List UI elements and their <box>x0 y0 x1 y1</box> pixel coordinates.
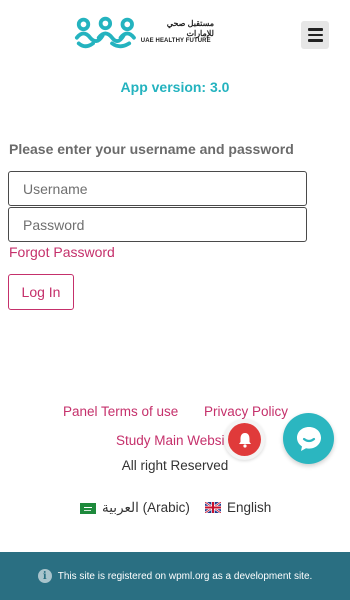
development-site-notice: i This site is registered on wpml.org as… <box>0 552 350 600</box>
hamburger-icon <box>307 39 323 42</box>
site-logo[interactable]: مستقبل صحي للإمارات UAE HEALTHY FUTURE <box>74 12 214 52</box>
hamburger-icon <box>307 33 323 37</box>
password-input[interactable] <box>8 207 307 242</box>
notification-bell-icon <box>228 423 261 456</box>
language-english-label: English <box>227 500 272 515</box>
chat-button[interactable] <box>283 413 334 464</box>
hamburger-icon <box>307 28 323 31</box>
forgot-password-link[interactable]: Forgot Password <box>9 244 115 260</box>
username-input[interactable] <box>8 171 307 206</box>
header: مستقبل صحي للإمارات UAE HEALTHY FUTURE <box>0 0 350 70</box>
uk-flag-icon <box>205 502 221 513</box>
login-button[interactable]: Log In <box>8 274 74 310</box>
terms-link[interactable]: Panel Terms of use <box>63 404 178 419</box>
language-arabic[interactable]: العربية (Arabic) <box>80 500 190 516</box>
info-icon: i <box>37 569 52 583</box>
login-prompt: Please enter your username and password <box>9 141 294 157</box>
menu-button[interactable] <box>301 21 329 49</box>
language-english[interactable]: English <box>205 500 271 515</box>
logo-arabic-text: مستقبل صحي للإمارات <box>166 19 214 38</box>
study-website-link[interactable]: Study Main Website <box>116 433 236 448</box>
development-notice-text: This site is registered on wpml.org as a… <box>57 570 313 582</box>
privacy-link[interactable]: Privacy Policy <box>204 404 288 419</box>
chat-bubble-icon <box>296 426 321 451</box>
language-arabic-label: العربية (Arabic) <box>102 500 190 515</box>
logo-mark-icon <box>74 16 136 49</box>
notification-bell-button[interactable] <box>224 419 265 460</box>
saudi-flag-icon <box>80 502 96 514</box>
app-version: App version: 3.0 <box>120 79 230 95</box>
logo-english-text: UAE HEALTHY FUTURE <box>140 37 211 44</box>
